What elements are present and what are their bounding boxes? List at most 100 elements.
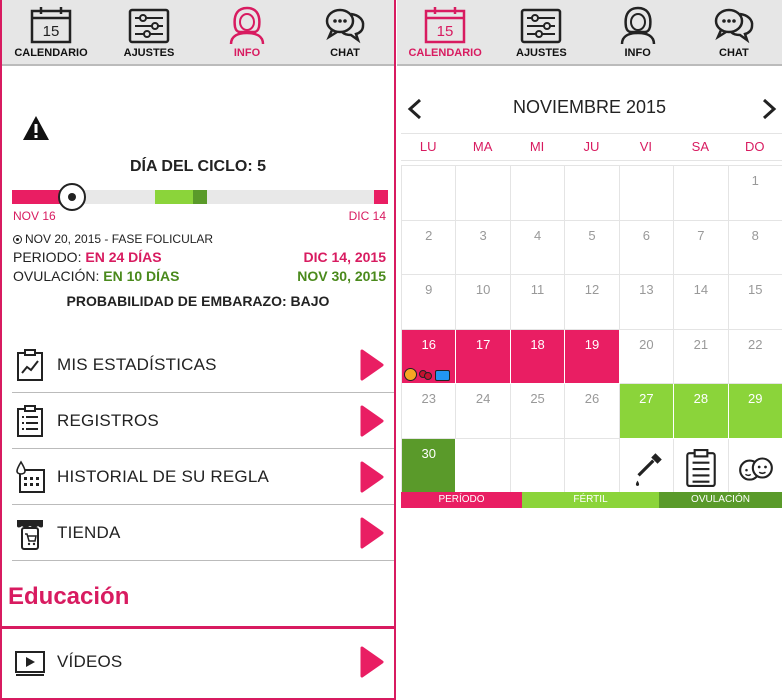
calendar-empty-cell[interactable] [402,166,457,221]
calendar-icon: 15 [30,7,72,44]
calendar-day-30[interactable]: 30 [402,438,457,493]
ovulation-label: OVULACIÓN: [13,268,100,284]
calendar-day-13[interactable]: 13 [619,275,675,330]
tab-ajustes[interactable]: AJUSTES [493,0,589,64]
day-number: 5 [588,227,596,243]
tab-label: CHAT [719,47,749,59]
day-number: 30 [421,445,436,461]
info-screen: 15 CALENDARIO AJUSTES INFO CHAT DÍA DEL C… [0,0,396,700]
day-number: 10 [475,282,491,297]
phase-line: NOV 20, 2015 - FASE FOLICULAR [13,232,213,246]
calendar-day-4[interactable]: 4 [510,220,566,275]
calendar-empty-cell[interactable] [674,166,729,221]
day-number: 4 [533,227,542,243]
tab-bar: 15 CALENDARIO AJUSTES INFO CHAT [397,0,782,66]
calendar-day-11[interactable]: 11 [510,275,566,330]
calendar-day-18[interactable]: 18 [510,329,566,384]
legend-fertile: FÉRTIL [522,492,659,508]
tab-info[interactable]: INFO [198,0,296,64]
tab-label: CHAT [330,47,360,59]
calendar-day-12[interactable]: 12 [565,275,620,330]
tab-chat[interactable]: CHAT [296,0,394,64]
calendar-day-17[interactable]: 17 [456,329,511,384]
calendar-empty-cell[interactable] [510,438,566,493]
calendar-day-20[interactable]: 20 [619,329,675,384]
cycle-position-marker[interactable] [58,183,86,211]
tab-chat[interactable]: CHAT [686,0,782,64]
calendar-day-25[interactable]: 25 [510,384,566,439]
symptom-hearts-icon [419,368,433,381]
calendar-empty-cell[interactable] [456,166,511,221]
period-label: PERIODO: [13,249,82,265]
calendar-day-15[interactable]: 15 [728,275,782,330]
tab-calendario[interactable]: 15 CALENDARIO [397,0,493,64]
calendar-day-10[interactable]: 10 [456,275,511,330]
clipboard-list-icon[interactable] [682,448,720,487]
calendar-screen: 15 CALENDARIO AJUSTES INFO CHAT NOVIEMBRE… [397,0,782,700]
calendar-empty-cell[interactable] [456,438,511,493]
calendar-day-24[interactable]: 24 [456,384,511,439]
calendar-day-28[interactable]: 28 [674,384,729,439]
calendar-day-8[interactable]: 8 [728,220,782,275]
video-player-icon [15,651,45,676]
weekday-ju: JU [583,139,600,154]
calendar-day-29[interactable]: 29 [728,384,782,439]
calendar-day-22[interactable]: 22 [728,329,782,384]
weekday-lu: LU [419,139,437,154]
education-divider [2,626,394,629]
pill-pack-icon [435,370,450,381]
day-number: 3 [479,227,487,243]
day-number: 6 [642,227,651,243]
calendar-day-21[interactable]: 21 [674,329,729,384]
chevron-right-arrow-icon[interactable] [360,405,384,437]
menu-item-videos[interactable]: VÍDEOS [12,634,394,690]
day-number: 17 [475,336,491,352]
calendar-day-16[interactable]: 16 [402,329,457,384]
calendar-day-27[interactable]: 27 [619,384,675,439]
dropper-icon[interactable] [628,449,666,487]
tab-info[interactable]: INFO [590,0,686,64]
calendar-day-19[interactable]: 19 [565,329,620,384]
menu-item-historial[interactable]: HISTORIAL DE SU REGLA [12,449,394,505]
woman-profile-icon [620,6,655,45]
store-phone-icon [17,519,43,550]
calendar-day-5[interactable]: 5 [565,220,620,275]
cycle-day-title: DÍA DEL CICLO: 5 [129,158,266,175]
chevron-right-arrow-icon[interactable] [360,517,384,549]
day-number: 15 [748,282,763,297]
tab-calendario[interactable]: 15 CALENDARIO [2,0,100,64]
chevron-right-arrow-icon[interactable] [360,461,384,493]
month-title: NOVIEMBRE 2015 [512,97,667,117]
calendar-day-26[interactable]: 26 [565,384,620,439]
timeline-start-label: NOV 16 [13,209,56,223]
chevron-right-icon[interactable] [761,98,777,120]
calendar-empty-cell[interactable] [510,166,566,221]
chevron-right-arrow-icon[interactable] [360,349,384,381]
menu-item-tienda[interactable]: TIENDA [12,505,394,561]
woman-profile-icon [229,6,265,45]
calendar-day-7[interactable]: 7 [674,220,729,275]
calendar-day-9[interactable]: 9 [402,275,457,330]
calendar-day-6[interactable]: 6 [619,220,675,275]
calendar-day-1[interactable]: 1 [728,166,782,221]
chevron-right-arrow-icon[interactable] [360,646,384,678]
calendar-empty-cell[interactable] [619,166,675,221]
calendar-day-2[interactable]: 2 [402,220,457,275]
tab-ajustes[interactable]: AJUSTES [100,0,198,64]
warning-icon[interactable] [22,115,50,141]
calendar-empty-cell[interactable] [565,438,620,493]
calendar-empty-cell[interactable] [565,166,620,221]
tab-label: AJUSTES [123,47,175,59]
day-number: 21 [693,336,709,352]
calendar-day-14[interactable]: 14 [674,275,729,330]
day-number: 12 [584,282,600,297]
calendar-day-3[interactable]: 3 [456,220,511,275]
timeline-fertile-segment [155,190,193,204]
menu-item-label: REGISTROS [57,410,159,430]
baby-faces-icon[interactable] [737,449,775,487]
menu-item-mis[interactable]: MIS ESTADÍSTICAS [12,337,394,393]
menu-item-registros[interactable]: REGISTROS [12,393,394,449]
calendar-day-23[interactable]: 23 [402,384,457,439]
day-number: 19 [584,336,600,352]
weekday-header: LU MA MI JU VI SA DO [401,133,782,161]
